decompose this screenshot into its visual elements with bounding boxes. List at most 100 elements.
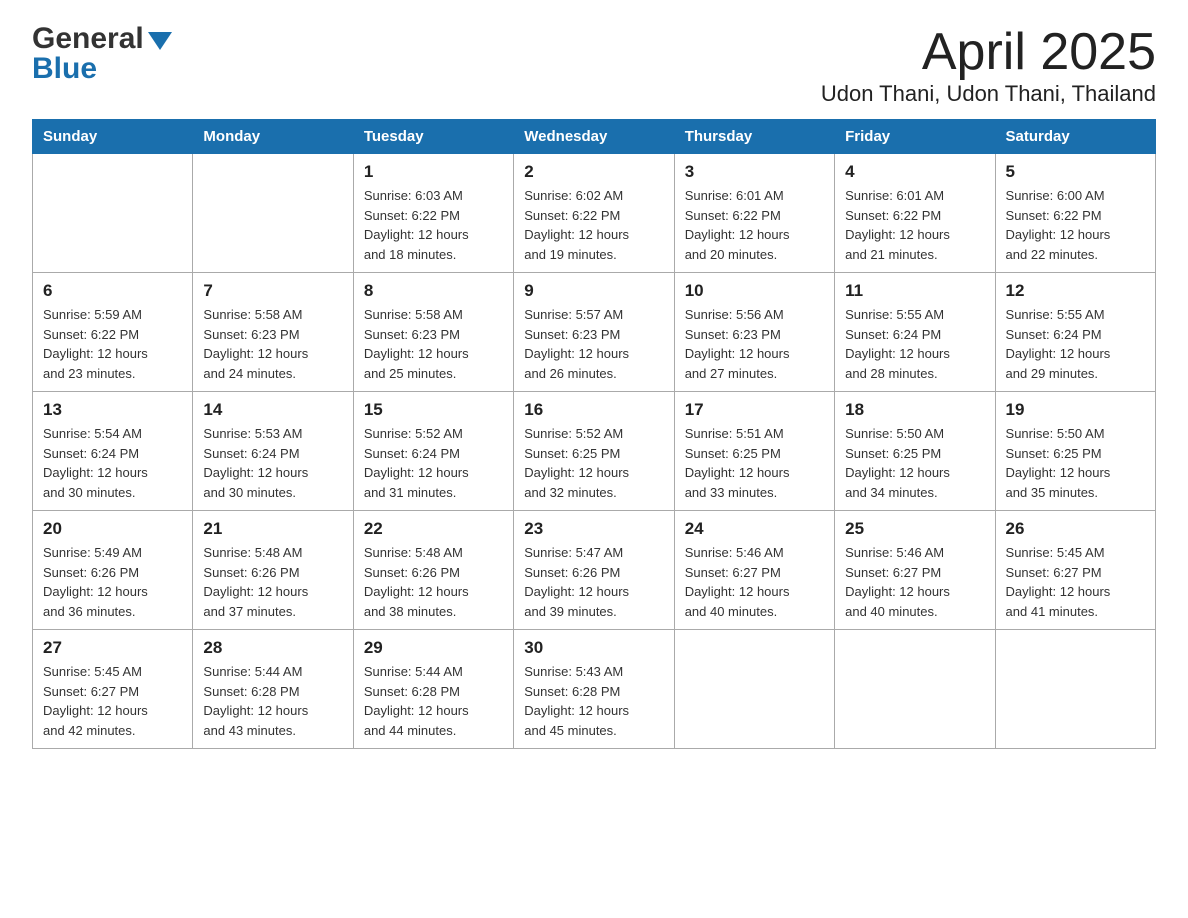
day-number: 21 xyxy=(203,519,342,539)
calendar-cell xyxy=(193,154,353,273)
calendar-cell xyxy=(995,630,1155,749)
day-number: 25 xyxy=(845,519,984,539)
calendar-cell: 16Sunrise: 5:52 AMSunset: 6:25 PMDayligh… xyxy=(514,392,674,511)
day-number: 6 xyxy=(43,281,182,301)
col-friday: Friday xyxy=(835,120,995,154)
day-number: 17 xyxy=(685,400,824,420)
calendar-week-row: 20 Sunrise: 5:49 AMSunset: 6:26 PMDayligh… xyxy=(33,511,1156,630)
calendar-cell: 17 Sunrise: 5:51 AMSunset: 6:25 PMDayligh… xyxy=(674,392,834,511)
logo-general-text: General xyxy=(32,24,144,54)
day-number: 20 xyxy=(43,519,182,539)
day-info: Sunrise: 5:55 AMSunset: 6:24 PMDaylight:… xyxy=(845,305,984,383)
calendar-cell: 28Sunrise: 5:44 AMSunset: 6:28 PMDayligh… xyxy=(193,630,353,749)
day-number: 3 xyxy=(685,162,824,182)
day-number: 5 xyxy=(1006,162,1145,182)
calendar-body: 1 Sunrise: 6:03 AMSunset: 6:22 PMDaylight… xyxy=(33,154,1156,749)
day-info: Sunrise: 5:50 AMSunset: 6:25 PMDaylight:… xyxy=(845,424,984,502)
day-info: Sunrise: 5:52 AMSunset: 6:24 PMDaylight:… xyxy=(364,424,503,502)
calendar-cell: 1 Sunrise: 6:03 AMSunset: 6:22 PMDaylight… xyxy=(353,154,513,273)
day-number: 4 xyxy=(845,162,984,182)
day-info: Sunrise: 5:45 AMSunset: 6:27 PMDaylight:… xyxy=(43,662,182,740)
day-number: 22 xyxy=(364,519,503,539)
calendar-week-row: 6 Sunrise: 5:59 AMSunset: 6:22 PMDaylight… xyxy=(33,273,1156,392)
day-info: Sunrise: 5:50 AMSunset: 6:25 PMDaylight:… xyxy=(1006,424,1145,502)
day-info: Sunrise: 5:51 AMSunset: 6:25 PMDaylight:… xyxy=(685,424,824,502)
day-info: Sunrise: 5:48 AMSunset: 6:26 PMDaylight:… xyxy=(364,543,503,621)
calendar-cell xyxy=(835,630,995,749)
calendar-cell: 11 Sunrise: 5:55 AMSunset: 6:24 PMDayligh… xyxy=(835,273,995,392)
day-number: 19 xyxy=(1006,400,1145,420)
calendar-cell xyxy=(674,630,834,749)
calendar-cell: 19 Sunrise: 5:50 AMSunset: 6:25 PMDayligh… xyxy=(995,392,1155,511)
calendar-cell: 30 Sunrise: 5:43 AMSunset: 6:28 PMDayligh… xyxy=(514,630,674,749)
calendar-cell: 18 Sunrise: 5:50 AMSunset: 6:25 PMDayligh… xyxy=(835,392,995,511)
logo-blue-text: Blue xyxy=(32,54,97,84)
calendar-cell: 12 Sunrise: 5:55 AMSunset: 6:24 PMDayligh… xyxy=(995,273,1155,392)
calendar-week-row: 1 Sunrise: 6:03 AMSunset: 6:22 PMDaylight… xyxy=(33,154,1156,273)
day-number: 1 xyxy=(364,162,503,182)
calendar-cell: 27 Sunrise: 5:45 AMSunset: 6:27 PMDayligh… xyxy=(33,630,193,749)
col-sunday: Sunday xyxy=(33,120,193,154)
calendar-cell: 23 Sunrise: 5:47 AMSunset: 6:26 PMDayligh… xyxy=(514,511,674,630)
logo: General Blue xyxy=(32,24,172,84)
day-info: Sunrise: 5:48 AMSunset: 6:26 PMDaylight:… xyxy=(203,543,342,621)
day-number: 10 xyxy=(685,281,824,301)
day-info: Sunrise: 5:45 AMSunset: 6:27 PMDaylight:… xyxy=(1006,543,1145,621)
col-monday: Monday xyxy=(193,120,353,154)
day-number: 24 xyxy=(685,519,824,539)
page-title: April 2025 xyxy=(821,24,1156,81)
page-header: General Blue April 2025 Udon Thani, Udon… xyxy=(32,24,1156,107)
day-number: 15 xyxy=(364,400,503,420)
day-number: 23 xyxy=(524,519,663,539)
day-info: Sunrise: 5:46 AMSunset: 6:27 PMDaylight:… xyxy=(685,543,824,621)
calendar-cell: 13 Sunrise: 5:54 AMSunset: 6:24 PMDayligh… xyxy=(33,392,193,511)
days-of-week-row: Sunday Monday Tuesday Wednesday Thursday… xyxy=(33,120,1156,154)
day-number: 14 xyxy=(203,400,342,420)
calendar-week-row: 27 Sunrise: 5:45 AMSunset: 6:27 PMDayligh… xyxy=(33,630,1156,749)
col-saturday: Saturday xyxy=(995,120,1155,154)
calendar-cell: 14Sunrise: 5:53 AMSunset: 6:24 PMDayligh… xyxy=(193,392,353,511)
col-wednesday: Wednesday xyxy=(514,120,674,154)
calendar-cell: 29 Sunrise: 5:44 AMSunset: 6:28 PMDayligh… xyxy=(353,630,513,749)
day-info: Sunrise: 6:03 AMSunset: 6:22 PMDaylight:… xyxy=(364,186,503,264)
day-info: Sunrise: 5:57 AMSunset: 6:23 PMDaylight:… xyxy=(524,305,663,383)
day-number: 26 xyxy=(1006,519,1145,539)
day-number: 29 xyxy=(364,638,503,658)
day-number: 2 xyxy=(524,162,663,182)
day-info: Sunrise: 5:59 AMSunset: 6:22 PMDaylight:… xyxy=(43,305,182,383)
day-number: 30 xyxy=(524,638,663,658)
day-number: 27 xyxy=(43,638,182,658)
day-info: Sunrise: 5:44 AMSunset: 6:28 PMDaylight:… xyxy=(203,662,342,740)
day-info: Sunrise: 6:01 AMSunset: 6:22 PMDaylight:… xyxy=(685,186,824,264)
day-number: 18 xyxy=(845,400,984,420)
day-info: Sunrise: 5:56 AMSunset: 6:23 PMDaylight:… xyxy=(685,305,824,383)
day-number: 16 xyxy=(524,400,663,420)
calendar-week-row: 13 Sunrise: 5:54 AMSunset: 6:24 PMDayligh… xyxy=(33,392,1156,511)
calendar-header: Sunday Monday Tuesday Wednesday Thursday… xyxy=(33,120,1156,154)
day-info: Sunrise: 5:44 AMSunset: 6:28 PMDaylight:… xyxy=(364,662,503,740)
day-number: 12 xyxy=(1006,281,1145,301)
calendar-cell: 15 Sunrise: 5:52 AMSunset: 6:24 PMDayligh… xyxy=(353,392,513,511)
col-tuesday: Tuesday xyxy=(353,120,513,154)
calendar-cell: 9 Sunrise: 5:57 AMSunset: 6:23 PMDaylight… xyxy=(514,273,674,392)
day-info: Sunrise: 5:43 AMSunset: 6:28 PMDaylight:… xyxy=(524,662,663,740)
calendar-cell xyxy=(33,154,193,273)
day-info: Sunrise: 5:49 AMSunset: 6:26 PMDaylight:… xyxy=(43,543,182,621)
day-info: Sunrise: 5:47 AMSunset: 6:26 PMDaylight:… xyxy=(524,543,663,621)
day-number: 13 xyxy=(43,400,182,420)
calendar-cell: 8Sunrise: 5:58 AMSunset: 6:23 PMDaylight… xyxy=(353,273,513,392)
day-number: 9 xyxy=(524,281,663,301)
calendar-cell: 26 Sunrise: 5:45 AMSunset: 6:27 PMDayligh… xyxy=(995,511,1155,630)
day-number: 11 xyxy=(845,281,984,301)
day-info: Sunrise: 5:54 AMSunset: 6:24 PMDaylight:… xyxy=(43,424,182,502)
day-info: Sunrise: 6:01 AMSunset: 6:22 PMDaylight:… xyxy=(845,186,984,264)
calendar-cell: 2 Sunrise: 6:02 AMSunset: 6:22 PMDaylight… xyxy=(514,154,674,273)
day-info: Sunrise: 5:58 AMSunset: 6:23 PMDaylight:… xyxy=(364,305,503,383)
day-info: Sunrise: 6:02 AMSunset: 6:22 PMDaylight:… xyxy=(524,186,663,264)
logo-arrow-icon xyxy=(148,32,172,50)
day-info: Sunrise: 5:55 AMSunset: 6:24 PMDaylight:… xyxy=(1006,305,1145,383)
calendar-cell: 24 Sunrise: 5:46 AMSunset: 6:27 PMDayligh… xyxy=(674,511,834,630)
calendar-cell: 5Sunrise: 6:00 AMSunset: 6:22 PMDaylight… xyxy=(995,154,1155,273)
calendar-cell: 7Sunrise: 5:58 AMSunset: 6:23 PMDaylight… xyxy=(193,273,353,392)
page-subtitle: Udon Thani, Udon Thani, Thailand xyxy=(821,81,1156,107)
